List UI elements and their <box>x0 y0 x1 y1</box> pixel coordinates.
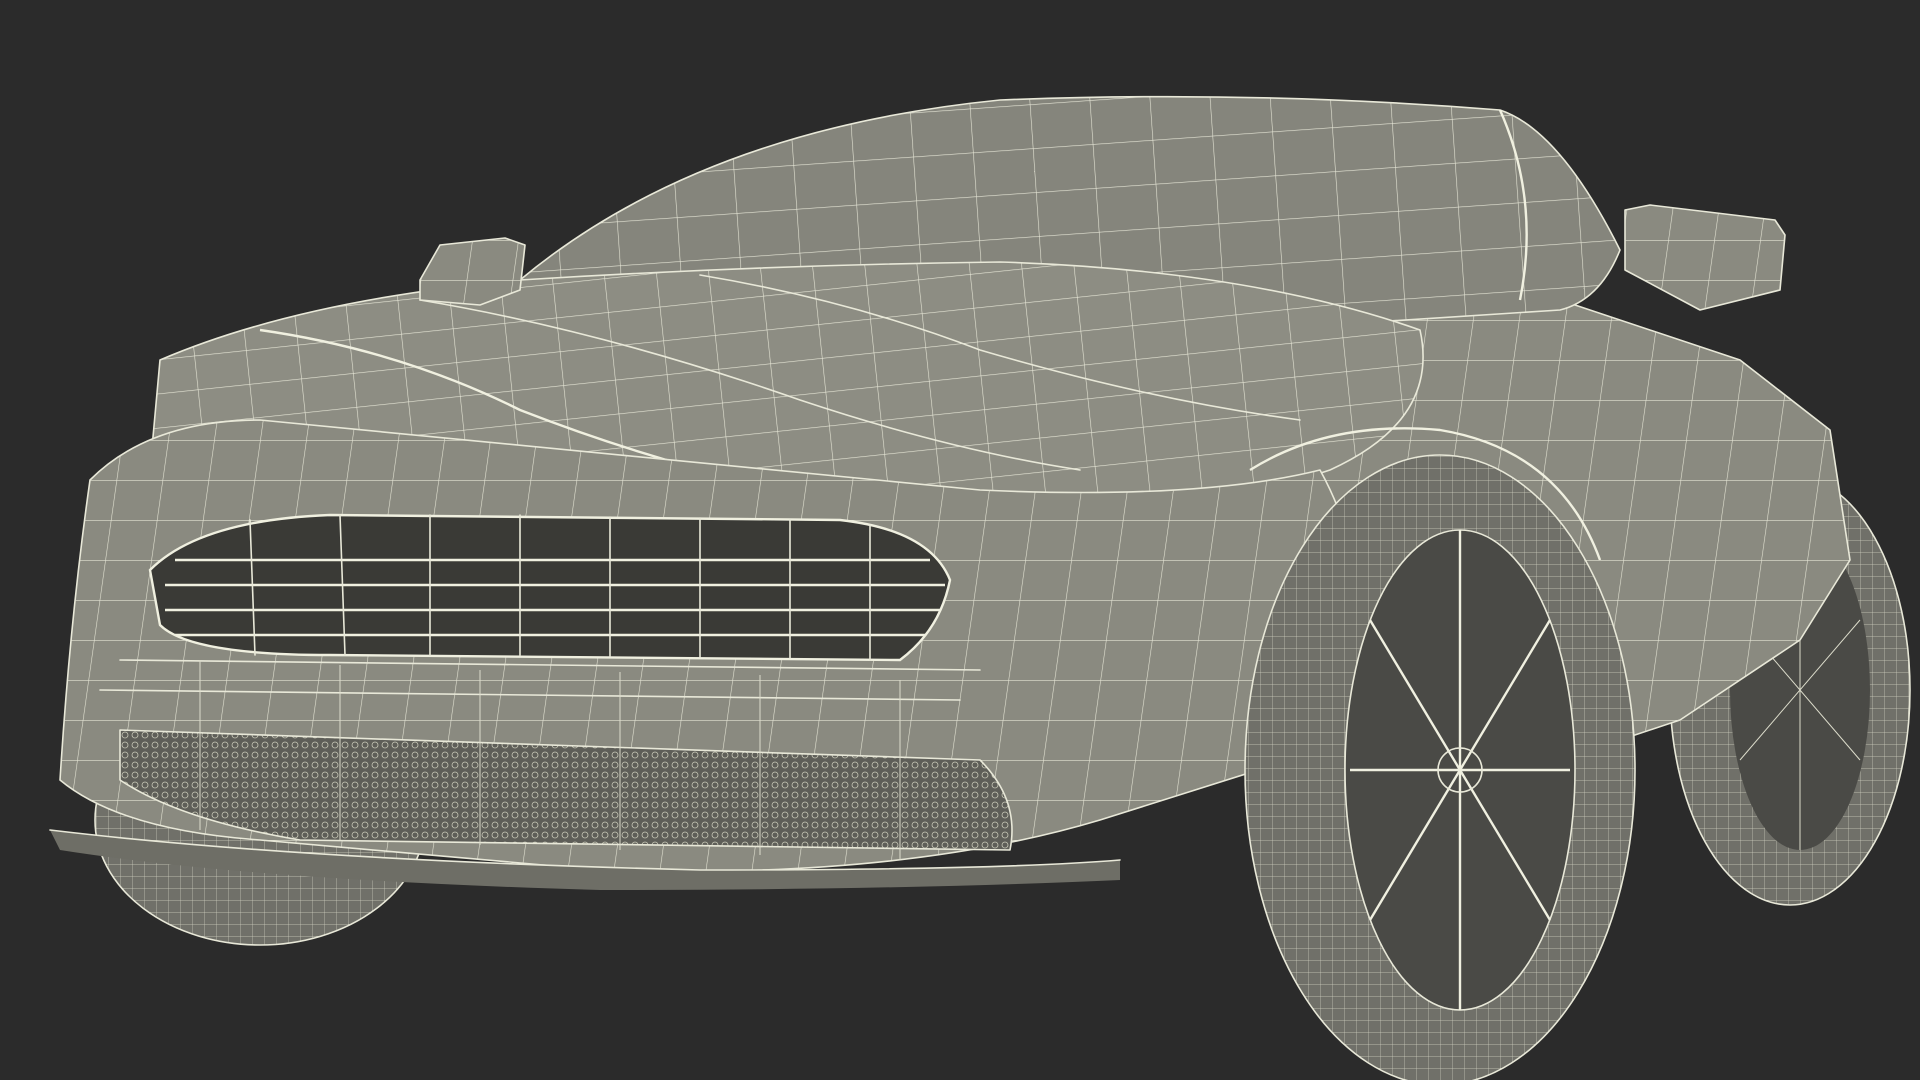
right-mirror <box>1624 204 1786 311</box>
front-right-wheel <box>1244 454 1636 1080</box>
car-wireframe-render <box>49 95 1911 1080</box>
render-viewport <box>0 0 1920 1080</box>
